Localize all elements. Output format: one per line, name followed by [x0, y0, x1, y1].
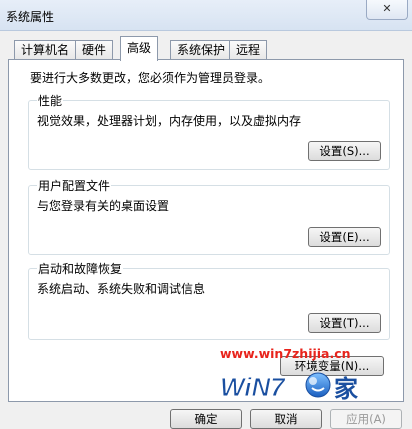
admin-notice: 要进行大多数更改，您必须作为管理员登录。 [30, 71, 271, 85]
tab-remote[interactable]: 远程 [229, 40, 268, 60]
smiley-ball-icon [305, 372, 331, 398]
group-title-performance: 性能 [37, 92, 64, 109]
title-bar: 系统属性 ✕ [0, 0, 412, 31]
startup-recovery-settings-button[interactable]: 设置(T)... [308, 313, 381, 333]
group-desc-performance: 视觉效果，处理器计划，内存使用，以及虚拟内存 [37, 114, 302, 128]
group-desc-user-profiles: 与您登录有关的桌面设置 [37, 199, 170, 213]
tab-system-protection[interactable]: 系统保护 [170, 40, 233, 60]
group-startup-recovery: 启动和故障恢复 系统启动、系统失败和调试信息 设置(T)... [28, 260, 390, 340]
watermark-url: www.win7zhijia.cn [220, 346, 351, 361]
tab-hardware[interactable]: 硬件 [75, 40, 114, 60]
close-button[interactable]: ✕ [366, 0, 408, 20]
tab-computer-name[interactable]: 计算机名 [14, 40, 77, 60]
cancel-button[interactable]: 取消 [250, 409, 322, 429]
logo-suffix: 家 [334, 375, 358, 403]
window-title: 系统属性 [6, 10, 55, 24]
user-profiles-settings-button[interactable]: 设置(E)... [308, 227, 381, 247]
group-desc-startup-recovery: 系统启动、系统失败和调试信息 [37, 282, 206, 296]
tab-advanced[interactable]: 高级 [120, 36, 159, 61]
close-icon: ✕ [382, 2, 392, 15]
group-title-user-profiles: 用户配置文件 [37, 177, 112, 194]
group-performance: 性能 视觉效果，处理器计划，内存使用，以及虚拟内存 设置(S)... [28, 92, 390, 170]
apply-button[interactable]: 应用(A) [330, 409, 402, 429]
logo-text: WiN7 [220, 372, 286, 402]
watermark-logo: WiN7 家 [220, 372, 359, 404]
performance-settings-button[interactable]: 设置(S)... [308, 141, 381, 161]
group-title-startup-recovery: 启动和故障恢复 [37, 260, 124, 277]
ok-button[interactable]: 确定 [170, 409, 242, 429]
group-user-profiles: 用户配置文件 与您登录有关的桌面设置 设置(E)... [28, 177, 390, 255]
